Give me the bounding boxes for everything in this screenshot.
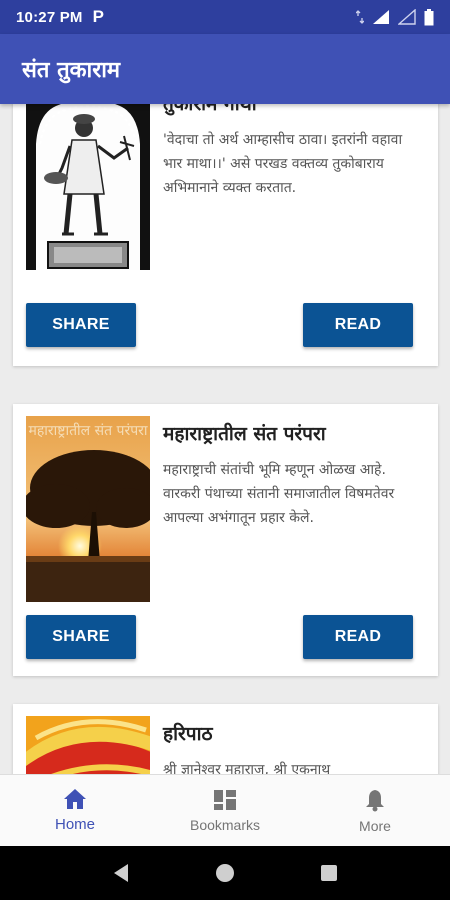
card-title: तुकाराम गाथा <box>163 104 257 115</box>
image-caption: महाराष्ट्रातील संत परंपरा <box>28 423 148 439</box>
app-screen: 10:27 PM P संत तुकाराम तुकाराम गाथा 'वेद… <box>0 0 450 900</box>
tukaram-portrait-image <box>26 104 150 270</box>
read-button[interactable]: READ <box>303 303 413 347</box>
content-list[interactable]: तुकाराम गाथा 'वेदाचा तो अर्थ आम्हासीच ठा… <box>0 104 450 774</box>
card-tukaram-gatha: तुकाराम गाथा 'वेदाचा तो अर्थ आम्हासीच ठा… <box>13 104 438 366</box>
card-description: महाराष्ट्राची संतांची भूमि म्हणून ओळख आह… <box>163 462 395 526</box>
share-button[interactable]: SHARE <box>26 615 136 659</box>
nav-home[interactable]: Home <box>0 775 150 846</box>
read-button[interactable]: READ <box>303 615 413 659</box>
nav-home-label: Home <box>54 816 95 833</box>
status-icons <box>356 8 434 26</box>
signal-empty-icon <box>398 9 416 25</box>
home-icon <box>64 789 86 809</box>
bell-icon <box>366 789 384 811</box>
nav-more[interactable]: More <box>300 775 450 846</box>
card-haripath: हरिपाठ श्री ज्ञानेश्वर महाराज, श्री एकना… <box>13 704 438 774</box>
app-title: संत तुकाराम <box>22 58 121 83</box>
nav-more-label: More <box>359 817 391 834</box>
sunset-tree-image <box>26 416 150 602</box>
battery-icon <box>424 8 434 25</box>
signal-icon <box>373 10 389 24</box>
nav-bookmarks[interactable]: Bookmarks <box>150 775 300 846</box>
bookmarks-icon <box>214 789 236 810</box>
home-circle-icon[interactable] <box>215 863 235 883</box>
share-button[interactable]: SHARE <box>26 303 136 347</box>
card-description: श्री ज्ञानेश्वर महाराज, श्री एकनाथ <box>163 762 331 774</box>
card-description: 'वेदाचा तो अर्थ आम्हासीच ठावा। इतरांनी व… <box>163 132 403 196</box>
card-title: महाराष्ट्रातील संत परंपरा <box>163 423 326 445</box>
back-icon[interactable] <box>112 863 130 883</box>
card-sant-parampara: महाराष्ट्रातील संत परंपरा महाराष्ट्रातील… <box>13 404 438 676</box>
app-bar: संत तुकाराम <box>0 34 450 104</box>
card-title: हरिपाठ <box>163 723 213 745</box>
system-navigation-bar <box>0 846 450 900</box>
status-bar: 10:27 PM P <box>0 0 450 34</box>
recents-icon[interactable] <box>320 864 338 882</box>
bottom-navigation: Home Bookmarks More <box>0 774 450 846</box>
turban-image <box>26 716 150 774</box>
parking-app-icon: P <box>92 7 104 26</box>
status-time: 10:27 PM <box>16 8 83 26</box>
data-arrows-icon <box>356 10 364 24</box>
nav-bookmarks-label: Bookmarks <box>189 816 261 833</box>
